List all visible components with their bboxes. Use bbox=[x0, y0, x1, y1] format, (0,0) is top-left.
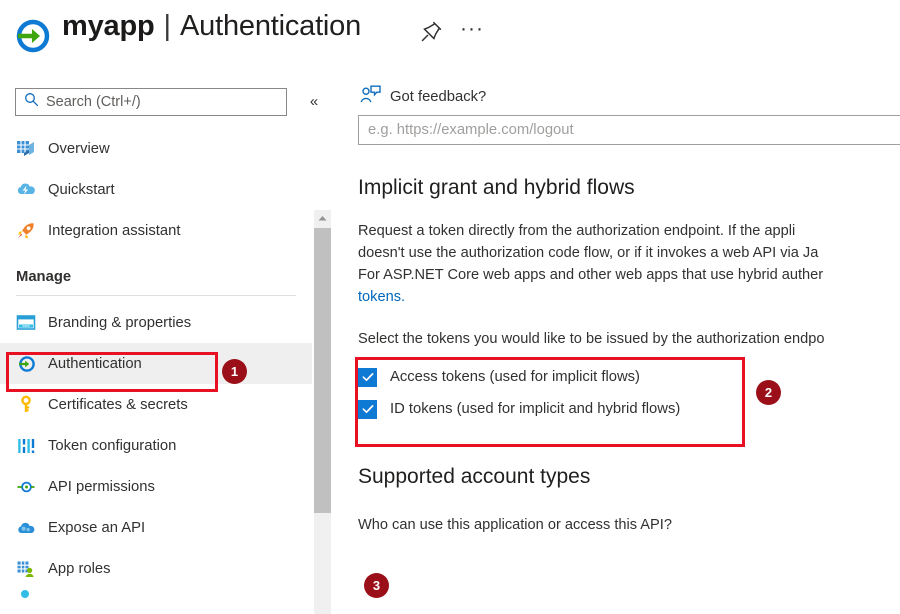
sidebar-scrollbar[interactable] bbox=[314, 210, 331, 614]
collapse-sidebar-button[interactable]: « bbox=[302, 90, 326, 114]
sidebar-item-token-configuration[interactable]: Token configuration bbox=[0, 425, 312, 466]
sidebar-item-partial[interactable] bbox=[0, 589, 312, 609]
command-bar: Got feedback? bbox=[332, 80, 900, 114]
quickstart-cloud-icon bbox=[16, 180, 36, 200]
got-feedback-label: Got feedback? bbox=[390, 89, 487, 105]
sidebar-group-manage: Manage bbox=[16, 269, 72, 285]
sidebar-item-label: Overview bbox=[48, 140, 110, 157]
page-title-section: Authentication bbox=[180, 10, 362, 42]
more-options-button[interactable]: ··· bbox=[458, 16, 486, 44]
main-content-pane: Got feedback? e.g. https://example.com/l… bbox=[332, 80, 900, 614]
id-tokens-label: ID tokens (used for implicit and hybrid … bbox=[390, 401, 681, 417]
sidebar-item-overview[interactable]: Overview bbox=[0, 128, 312, 169]
sidebar-item-label: Branding & properties bbox=[48, 314, 192, 331]
key-icon bbox=[16, 395, 36, 415]
annotation-badge-3: 3 bbox=[364, 573, 389, 598]
supported-account-types-text: Who can use this application or access t… bbox=[358, 517, 672, 533]
page-header: myapp | Authentication ··· bbox=[0, 0, 900, 72]
sidebar-item-api-permissions[interactable]: API permissions bbox=[0, 466, 312, 507]
description-line-3: For ASP.NET Core web apps and other web … bbox=[358, 267, 824, 283]
tokens-link[interactable]: tokens. bbox=[358, 286, 900, 308]
access-tokens-checkbox-row[interactable]: Access tokens (used for implicit flows) bbox=[358, 361, 900, 393]
rocket-icon bbox=[16, 221, 36, 241]
sidebar-item-label: Certificates & secrets bbox=[48, 396, 188, 413]
sidebar-item-app-roles[interactable]: App roles bbox=[0, 548, 312, 589]
sidebar-item-label: API permissions bbox=[48, 478, 155, 495]
access-tokens-label: Access tokens (used for implicit flows) bbox=[390, 369, 640, 385]
azure-portal-screenshot: myapp | Authentication ··· Search (Ctrl+… bbox=[0, 0, 900, 614]
feedback-person-icon bbox=[360, 85, 381, 109]
sidebar-item-label: Authentication bbox=[48, 355, 142, 372]
sidebar-item-label: Expose an API bbox=[48, 519, 146, 536]
left-navigation-panel: Search (Ctrl+/) « Overview Quickstart In… bbox=[0, 80, 332, 614]
logout-url-placeholder: e.g. https://example.com/logout bbox=[368, 122, 574, 138]
sidebar-item-authentication[interactable]: Authentication bbox=[0, 343, 312, 384]
description-line-1: Request a token directly from the author… bbox=[358, 223, 796, 239]
expose-api-cloud-icon bbox=[16, 518, 36, 538]
implicit-grant-heading: Implicit grant and hybrid flows bbox=[358, 176, 635, 199]
token-bars-icon bbox=[16, 436, 36, 456]
api-permissions-icon bbox=[16, 477, 36, 497]
logout-url-input[interactable]: e.g. https://example.com/logout bbox=[358, 115, 900, 145]
owners-icon bbox=[16, 589, 36, 609]
select-tokens-text: Select the tokens you would like to be i… bbox=[358, 331, 825, 347]
sidebar-item-label: Token configuration bbox=[48, 437, 177, 454]
page-title-separator: | bbox=[163, 10, 172, 42]
pin-icon[interactable] bbox=[418, 19, 444, 45]
access-tokens-checkbox[interactable] bbox=[358, 367, 377, 387]
implicit-grant-description: Request a token directly from the author… bbox=[358, 220, 900, 308]
sidebar-search-row: Search (Ctrl+/) « bbox=[0, 88, 332, 120]
authentication-app-icon bbox=[10, 14, 54, 58]
branding-www-icon: www bbox=[16, 313, 36, 333]
scroll-up-arrow-icon[interactable] bbox=[314, 210, 331, 227]
sidebar-item-quickstart[interactable]: Quickstart bbox=[0, 169, 312, 210]
search-placeholder: Search (Ctrl+/) bbox=[46, 94, 141, 110]
search-icon bbox=[24, 92, 39, 112]
sidebar-item-label: Quickstart bbox=[48, 181, 115, 198]
scrollbar-thumb[interactable] bbox=[314, 228, 331, 513]
annotation-badge-2: 2 bbox=[756, 380, 781, 405]
page-title: myapp | Authentication bbox=[62, 10, 361, 43]
id-tokens-checkbox[interactable] bbox=[358, 399, 377, 419]
supported-account-types-heading: Supported account types bbox=[358, 465, 591, 488]
search-input[interactable]: Search (Ctrl+/) bbox=[15, 88, 287, 116]
sidebar-item-certificates-secrets[interactable]: Certificates & secrets bbox=[0, 384, 312, 425]
page-title-app: myapp bbox=[62, 10, 155, 42]
sidebar-item-integration-assistant[interactable]: Integration assistant bbox=[0, 210, 312, 251]
got-feedback-button[interactable]: Got feedback? bbox=[360, 85, 486, 109]
overview-icon bbox=[16, 139, 36, 159]
token-checkbox-group: Access tokens (used for implicit flows) … bbox=[358, 361, 900, 425]
description-line-2: doesn't use the authorization code flow,… bbox=[358, 245, 819, 261]
sidebar-item-label: App roles bbox=[48, 560, 111, 577]
id-tokens-checkbox-row[interactable]: ID tokens (used for implicit and hybrid … bbox=[358, 393, 900, 425]
app-roles-icon bbox=[16, 559, 36, 579]
sidebar-item-branding-properties[interactable]: www Branding & properties bbox=[0, 302, 312, 343]
authentication-icon bbox=[16, 354, 36, 374]
svg-text:www: www bbox=[22, 324, 30, 328]
sidebar-item-expose-an-api[interactable]: Expose an API bbox=[0, 507, 312, 548]
sidebar-item-label: Integration assistant bbox=[48, 222, 181, 239]
annotation-badge-1: 1 bbox=[222, 359, 247, 384]
sidebar-nav-list: Overview Quickstart Integration assistan… bbox=[0, 128, 312, 614]
